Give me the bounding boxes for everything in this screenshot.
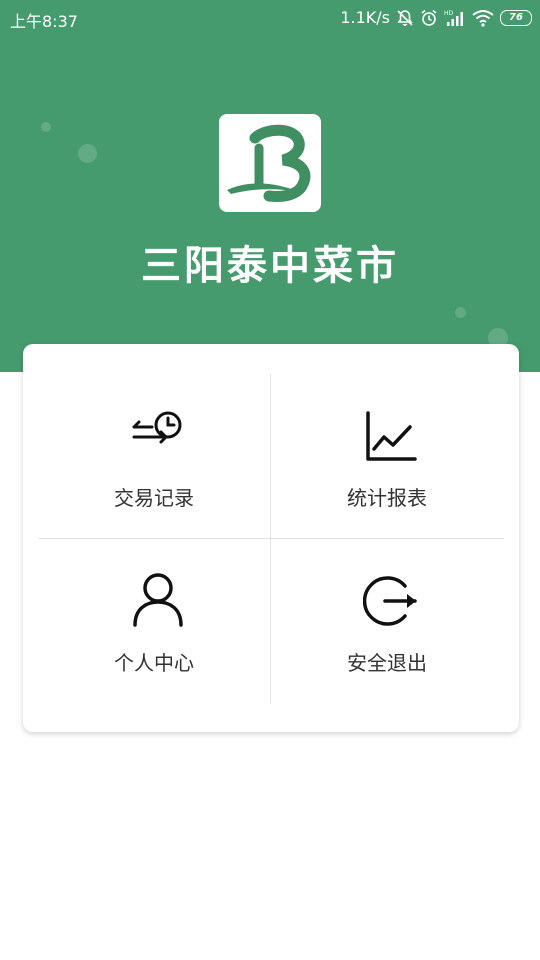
menu-item-statistics[interactable]: 统计报表 bbox=[271, 374, 503, 534]
b-logo-icon bbox=[227, 124, 311, 202]
status-icons: 1.1K/s HD 76 bbox=[340, 8, 532, 27]
decor-bubble bbox=[41, 122, 51, 132]
mute-icon bbox=[397, 9, 413, 26]
logout-icon bbox=[363, 576, 417, 626]
menu-item-label: 交易记录 bbox=[114, 486, 194, 510]
menu-item-label: 安全退出 bbox=[347, 651, 427, 675]
menu-item-logout[interactable]: 安全退出 bbox=[271, 539, 503, 699]
alarm-icon bbox=[421, 9, 437, 26]
app-logo bbox=[219, 114, 321, 212]
app-title: 三阳泰中菜市 bbox=[141, 243, 399, 289]
menu-item-transactions[interactable]: 交易记录 bbox=[38, 374, 270, 534]
user-icon bbox=[133, 573, 183, 627]
menu-item-label: 个人中心 bbox=[114, 651, 194, 675]
hd-signal-icon: HD bbox=[444, 10, 463, 26]
decor-bubble bbox=[455, 307, 466, 318]
svg-text:HD: HD bbox=[444, 10, 454, 17]
status-time: 上午8:37 bbox=[10, 12, 78, 31]
header-banner: 上午8:37 1.1K/s HD 76 三阳泰中菜市 bbox=[0, 0, 540, 372]
menu-card: 交易记录 统计报表 个人中心 安全退出 bbox=[23, 344, 519, 732]
network-speed: 1.1K/s bbox=[340, 8, 390, 27]
line-chart-icon bbox=[366, 411, 417, 461]
menu-item-profile[interactable]: 个人中心 bbox=[38, 539, 270, 699]
status-bar: 上午8:37 1.1K/s HD 76 bbox=[0, 0, 540, 36]
decor-bubble bbox=[78, 144, 97, 163]
menu-item-label: 统计报表 bbox=[347, 486, 427, 510]
transaction-history-icon bbox=[132, 411, 182, 444]
battery-icon: 76 bbox=[500, 9, 532, 26]
wifi-icon bbox=[472, 9, 494, 27]
